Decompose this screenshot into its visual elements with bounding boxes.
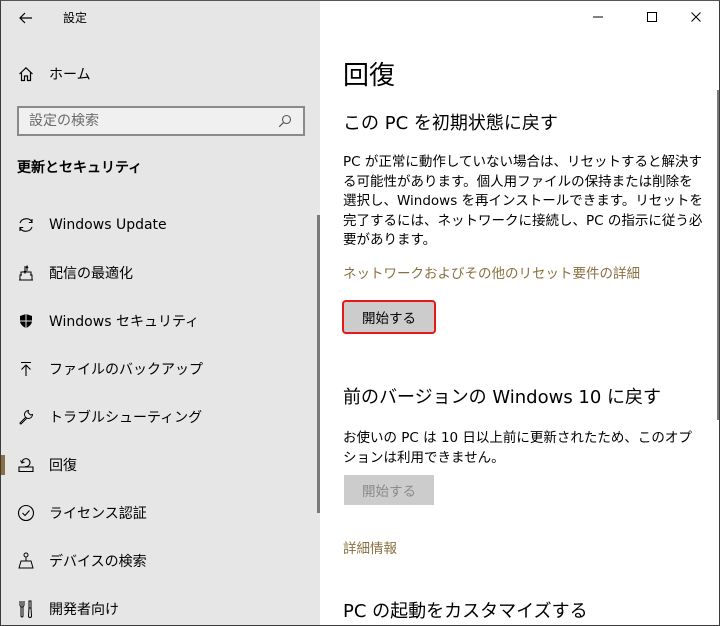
wrench-icon bbox=[17, 408, 35, 426]
reset-requirements-link[interactable]: ネットワークおよびその他のリセット要件の詳細 bbox=[343, 262, 640, 282]
sidebar-item-label: デバイスの検索 bbox=[49, 554, 147, 570]
close-icon bbox=[691, 12, 701, 22]
minimize-button[interactable] bbox=[575, 1, 621, 33]
sidebar-item-label: 配信の最適化 bbox=[49, 266, 133, 282]
window-title: 設定 bbox=[63, 11, 88, 25]
sidebar-item-label: 回復 bbox=[49, 458, 77, 474]
back-arrow-icon bbox=[19, 12, 32, 24]
home-icon bbox=[17, 65, 35, 83]
settings-window: 設定 ホーム 更新とセキュリティ Windows Update bbox=[0, 0, 720, 626]
rollback-more-info-link[interactable]: 詳細情報 bbox=[343, 537, 397, 557]
page-title: 回復 bbox=[343, 61, 396, 91]
recovery-icon bbox=[17, 456, 35, 474]
sidebar: 設定 ホーム 更新とセキュリティ Windows Update bbox=[1, 1, 320, 625]
sidebar-item-activation[interactable]: ライセンス認証 bbox=[1, 489, 320, 537]
sidebar-item-windows-update[interactable]: Windows Update bbox=[1, 201, 320, 249]
find-device-icon bbox=[17, 552, 35, 570]
content-pane: 回復 この PC を初期状態に戻す PC が正常に動作していない場合は、リセット… bbox=[320, 1, 719, 625]
sidebar-item-label: 開発者向け bbox=[49, 602, 119, 618]
close-button[interactable] bbox=[673, 1, 719, 33]
maximize-button[interactable] bbox=[629, 1, 675, 33]
sidebar-item-backup[interactable]: ファイルのバックアップ bbox=[1, 345, 320, 393]
delivery-optimization-icon bbox=[17, 264, 35, 282]
sidebar-item-delivery-optimization[interactable]: 配信の最適化 bbox=[1, 249, 320, 297]
sidebar-nav: Windows Update 配信の最適化 Windows セキュリティ ファイ… bbox=[1, 201, 320, 625]
upload-arrow-icon bbox=[17, 360, 35, 378]
sidebar-item-label: Windows Update bbox=[49, 217, 167, 233]
minimize-icon bbox=[593, 16, 603, 18]
rollback-heading: 前のバージョンの Windows 10 に戻す bbox=[343, 387, 662, 408]
rollback-start-button[interactable]: 開始する bbox=[344, 475, 434, 505]
check-circle-icon bbox=[17, 504, 35, 522]
sidebar-item-label: ライセンス認証 bbox=[49, 506, 147, 522]
sidebar-item-developers[interactable]: 開発者向け bbox=[1, 585, 320, 625]
back-button[interactable] bbox=[15, 7, 37, 29]
search-input[interactable] bbox=[29, 113, 277, 129]
home-label: ホーム bbox=[49, 67, 91, 83]
sidebar-item-label: Windows セキュリティ bbox=[49, 314, 200, 330]
sidebar-home[interactable]: ホーム bbox=[17, 63, 91, 85]
sidebar-item-find-device[interactable]: デバイスの検索 bbox=[1, 537, 320, 585]
reset-heading: この PC を初期状態に戻す bbox=[343, 113, 558, 134]
search-box[interactable] bbox=[17, 106, 305, 136]
sidebar-item-label: ファイルのバックアップ bbox=[49, 362, 203, 378]
sidebar-item-label: トラブルシューティング bbox=[49, 410, 203, 426]
rollback-description: お使いの PC は 10 日以上前に更新されたため、このオプションは利用できませ… bbox=[343, 430, 692, 466]
startup-heading: PC の起動をカスタマイズする bbox=[343, 601, 588, 622]
reset-description: PC が正常に動作していない場合は、リセットすると解決する可能性があります。個人… bbox=[343, 154, 703, 248]
maximize-icon bbox=[647, 12, 657, 22]
sidebar-item-troubleshoot[interactable]: トラブルシューティング bbox=[1, 393, 320, 441]
sidebar-item-recovery[interactable]: 回復 bbox=[1, 441, 320, 489]
developer-tools-icon bbox=[17, 600, 35, 618]
search-icon[interactable] bbox=[277, 113, 293, 129]
section-title: 更新とセキュリティ bbox=[17, 160, 143, 176]
sync-icon bbox=[17, 216, 35, 234]
reset-start-button[interactable]: 開始する bbox=[342, 300, 436, 334]
sidebar-item-windows-security[interactable]: Windows セキュリティ bbox=[1, 297, 320, 345]
shield-icon bbox=[17, 312, 35, 330]
